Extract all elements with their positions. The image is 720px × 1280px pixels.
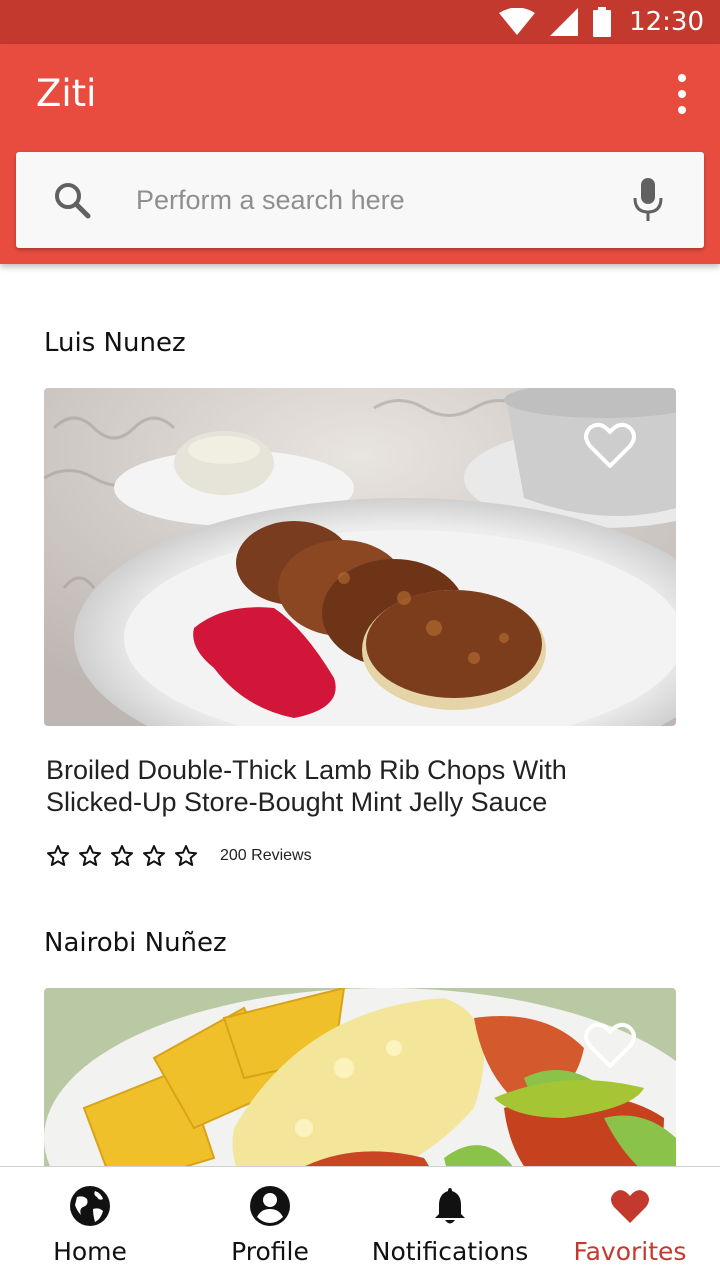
favorite-heart-icon[interactable] (584, 422, 636, 470)
nav-notifications[interactable]: Notifications (360, 1167, 540, 1280)
account-circle-icon (250, 1186, 290, 1226)
card-author: Nairobi Nuñez (44, 928, 227, 958)
star-outline-icon (143, 845, 165, 866)
recipe-title-line2: Slicked-Up Store-Bought Mint Jelly Sauce (46, 787, 548, 817)
app-bar: Ziti (0, 44, 720, 264)
status-bar: 12:30 (0, 0, 720, 44)
nav-favorites[interactable]: Favorites (540, 1167, 720, 1280)
recipe-image[interactable] (44, 388, 676, 726)
star-outline-icon (111, 845, 133, 866)
nav-profile[interactable]: Profile (180, 1167, 360, 1280)
status-icons: 12:30 (499, 0, 704, 44)
star-outline-icon (47, 845, 69, 866)
search-box[interactable] (16, 152, 704, 248)
more-vert-icon[interactable] (670, 74, 694, 114)
heart-icon (611, 1190, 649, 1223)
recipe-title[interactable]: Broiled Double-Thick Lamb Rib Chops With… (46, 754, 666, 818)
battery-icon (593, 7, 612, 37)
bottom-navigation: Home Profile Notifications Favorites (0, 1166, 720, 1280)
star-outline-icon (175, 845, 197, 866)
mic-icon[interactable] (632, 178, 664, 222)
status-time: 12:30 (629, 7, 704, 37)
rating: 200 Reviews (46, 844, 312, 868)
nav-label: Home (53, 1237, 127, 1266)
recipe-photo (44, 388, 676, 726)
nav-home[interactable]: Home (0, 1167, 180, 1280)
favorite-heart-icon[interactable] (584, 1022, 636, 1070)
nav-label: Favorites (573, 1237, 687, 1266)
card-author: Luis Nunez (44, 328, 186, 358)
feed[interactable]: Luis Nunez Broiled Double-Thick Lamb Rib… (0, 264, 720, 1166)
search-input[interactable] (136, 172, 606, 228)
recipe-photo (44, 988, 676, 1166)
wifi-icon (499, 8, 536, 35)
globe-icon (70, 1186, 110, 1226)
recipe-image[interactable] (44, 988, 676, 1166)
bell-icon (435, 1188, 465, 1224)
cellular-signal-icon (550, 8, 579, 36)
nav-label: Profile (231, 1237, 309, 1266)
app-title: Ziti (36, 72, 97, 115)
nav-label: Notifications (371, 1237, 529, 1266)
recipe-title-line1: Broiled Double-Thick Lamb Rib Chops With (46, 755, 567, 785)
reviews-count[interactable]: 200 Reviews (220, 847, 312, 865)
search-icon[interactable] (52, 180, 92, 220)
star-outline-icon (79, 845, 101, 866)
